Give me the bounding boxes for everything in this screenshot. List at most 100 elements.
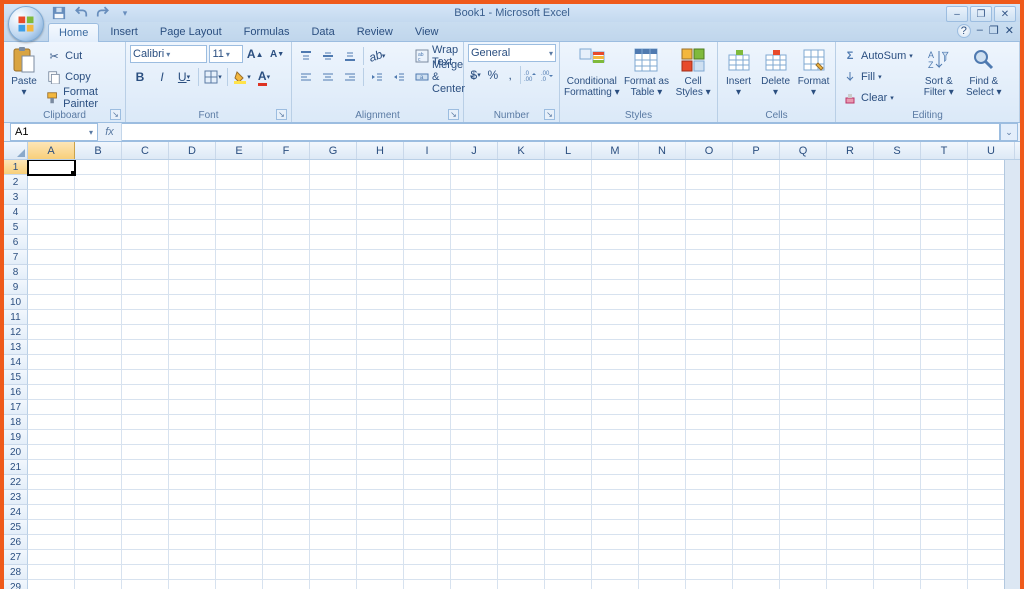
cell-L13[interactable] (545, 340, 592, 355)
cell-D10[interactable] (169, 295, 216, 310)
cell-S16[interactable] (874, 385, 921, 400)
cell-R7[interactable] (827, 250, 874, 265)
cell-G27[interactable] (310, 550, 357, 565)
cell-T1[interactable] (921, 160, 968, 175)
cell-H29[interactable] (357, 580, 404, 589)
cell-I27[interactable] (404, 550, 451, 565)
cell-T9[interactable] (921, 280, 968, 295)
cell-O7[interactable] (686, 250, 733, 265)
row-header-18[interactable]: 18 (4, 415, 28, 430)
cell-H17[interactable] (357, 400, 404, 415)
cell-A28[interactable] (28, 565, 75, 580)
cell-B17[interactable] (75, 400, 122, 415)
cell-K24[interactable] (498, 505, 545, 520)
cell-S22[interactable] (874, 475, 921, 490)
cell-A21[interactable] (28, 460, 75, 475)
cell-P29[interactable] (733, 580, 780, 589)
cell-H20[interactable] (357, 445, 404, 460)
cell-K6[interactable] (498, 235, 545, 250)
font-dialog-launcher[interactable]: ↘ (276, 109, 287, 120)
cell-F7[interactable] (263, 250, 310, 265)
cell-E8[interactable] (216, 265, 263, 280)
row-header-17[interactable]: 17 (4, 400, 28, 415)
cell-S4[interactable] (874, 205, 921, 220)
cell-R22[interactable] (827, 475, 874, 490)
cell-L24[interactable] (545, 505, 592, 520)
copy-button[interactable]: Copy (44, 67, 121, 87)
comma-button[interactable]: , (503, 65, 518, 85)
cell-T7[interactable] (921, 250, 968, 265)
cell-P11[interactable] (733, 310, 780, 325)
cell-L5[interactable] (545, 220, 592, 235)
conditional-formatting-button[interactable]: Conditional Formatting ▾ (564, 44, 620, 98)
row-header-12[interactable]: 12 (4, 325, 28, 340)
cell-F21[interactable] (263, 460, 310, 475)
cell-O15[interactable] (686, 370, 733, 385)
cell-J16[interactable] (451, 385, 498, 400)
cell-F16[interactable] (263, 385, 310, 400)
cell-D9[interactable] (169, 280, 216, 295)
mdi-minimize-button[interactable]: – (977, 24, 983, 38)
cell-D12[interactable] (169, 325, 216, 340)
cell-Q6[interactable] (780, 235, 827, 250)
cell-P24[interactable] (733, 505, 780, 520)
mdi-restore-button[interactable]: ❐ (989, 24, 999, 38)
cell-T4[interactable] (921, 205, 968, 220)
cell-D26[interactable] (169, 535, 216, 550)
help-icon[interactable]: ? (957, 24, 971, 38)
cell-C14[interactable] (122, 355, 169, 370)
cell-E29[interactable] (216, 580, 263, 589)
align-top-button[interactable] (296, 46, 316, 66)
cell-I23[interactable] (404, 490, 451, 505)
cell-A1[interactable] (28, 160, 75, 175)
ribbon-tab-page-layout[interactable]: Page Layout (149, 22, 233, 41)
cell-F3[interactable] (263, 190, 310, 205)
select-all-corner[interactable] (4, 142, 28, 159)
cell-P15[interactable] (733, 370, 780, 385)
cell-H8[interactable] (357, 265, 404, 280)
cell-M26[interactable] (592, 535, 639, 550)
cell-T16[interactable] (921, 385, 968, 400)
cell-C16[interactable] (122, 385, 169, 400)
cell-H28[interactable] (357, 565, 404, 580)
cell-S28[interactable] (874, 565, 921, 580)
cell-C21[interactable] (122, 460, 169, 475)
cell-N4[interactable] (639, 205, 686, 220)
cell-A4[interactable] (28, 205, 75, 220)
row-header-22[interactable]: 22 (4, 475, 28, 490)
cell-S9[interactable] (874, 280, 921, 295)
cell-O12[interactable] (686, 325, 733, 340)
cell-C20[interactable] (122, 445, 169, 460)
cell-J29[interactable] (451, 580, 498, 589)
cell-J9[interactable] (451, 280, 498, 295)
cell-I16[interactable] (404, 385, 451, 400)
cell-K23[interactable] (498, 490, 545, 505)
row-header-2[interactable]: 2 (4, 175, 28, 190)
cell-J22[interactable] (451, 475, 498, 490)
cell-E6[interactable] (216, 235, 263, 250)
cell-E14[interactable] (216, 355, 263, 370)
cell-A12[interactable] (28, 325, 75, 340)
align-center-button[interactable] (318, 67, 338, 87)
cell-I24[interactable] (404, 505, 451, 520)
cell-K3[interactable] (498, 190, 545, 205)
cell-N7[interactable] (639, 250, 686, 265)
cell-J8[interactable] (451, 265, 498, 280)
font-name-combo[interactable]: Calibri▾ (130, 45, 207, 63)
cell-Q23[interactable] (780, 490, 827, 505)
cell-B26[interactable] (75, 535, 122, 550)
cell-A14[interactable] (28, 355, 75, 370)
cell-D8[interactable] (169, 265, 216, 280)
cell-N19[interactable] (639, 430, 686, 445)
align-middle-button[interactable] (318, 46, 338, 66)
cell-I11[interactable] (404, 310, 451, 325)
cell-O2[interactable] (686, 175, 733, 190)
cell-R20[interactable] (827, 445, 874, 460)
cell-F5[interactable] (263, 220, 310, 235)
col-header-P[interactable]: P (733, 142, 780, 159)
cell-T21[interactable] (921, 460, 968, 475)
cell-E17[interactable] (216, 400, 263, 415)
cell-B4[interactable] (75, 205, 122, 220)
col-header-Q[interactable]: Q (780, 142, 827, 159)
cell-J26[interactable] (451, 535, 498, 550)
